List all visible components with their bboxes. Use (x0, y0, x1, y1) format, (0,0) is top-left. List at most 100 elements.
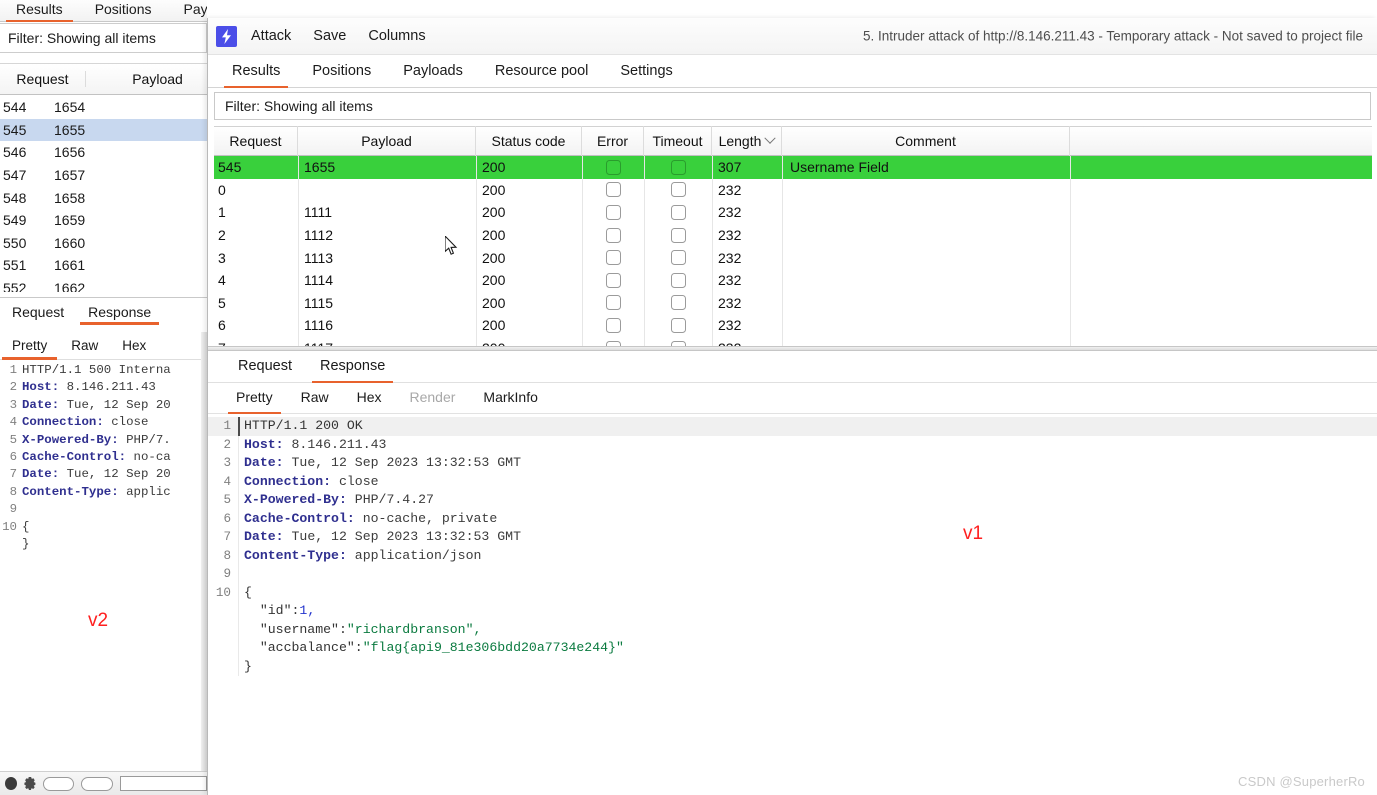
line-text: Connection: close (238, 472, 379, 491)
line-number: 8 (223, 548, 231, 563)
table-row[interactable]: 550 1660 (0, 232, 207, 255)
error-checkbox[interactable] (605, 159, 621, 175)
bg-tab-response[interactable]: Response (76, 299, 163, 325)
bg-th-payload[interactable]: Payload (86, 71, 207, 87)
bg-tab-request[interactable]: Request (0, 299, 76, 325)
th-request[interactable]: Request (214, 126, 298, 156)
line-number: 9 (0, 501, 22, 519)
bg-filter-bar[interactable]: Filter: Showing all items (0, 23, 207, 53)
th-status-code[interactable]: Status code (476, 126, 582, 156)
search-input[interactable] (119, 776, 207, 791)
timeout-checkbox[interactable] (670, 250, 686, 266)
json-value-flag: "flag{api9_81e306bdd20a7734e244}" (362, 640, 624, 655)
table-row[interactable]: 551 1661 (0, 254, 207, 277)
table-row[interactable]: 549 1659 (0, 209, 207, 232)
table-row[interactable]: 2 1112 200 232 (214, 224, 1372, 247)
table-row[interactable]: 545 1655 200 307 Username Field (214, 156, 1372, 179)
timeout-checkbox[interactable] (670, 272, 686, 288)
bg-th-request[interactable]: Request (0, 71, 86, 87)
error-checkbox[interactable] (605, 204, 621, 220)
record-icon[interactable] (5, 777, 17, 790)
error-checkbox[interactable] (605, 340, 621, 346)
cell-length: 232 (718, 227, 742, 244)
th-timeout[interactable]: Timeout (644, 126, 712, 156)
table-row[interactable]: 552 1662 (0, 277, 207, 292)
code-line: 1 HTTP/1.1 200 OK (208, 417, 1377, 436)
table-row[interactable]: 3 1113 200 232 (214, 246, 1372, 269)
search-pill-button[interactable] (42, 776, 75, 791)
menu-save[interactable]: Save (313, 28, 346, 44)
timeout-checkbox[interactable] (670, 204, 686, 220)
error-checkbox[interactable] (605, 227, 621, 243)
table-row[interactable]: 4 1114 200 232 (214, 269, 1372, 292)
table-row[interactable]: 5 1115 200 232 (214, 292, 1372, 315)
bg-view-tabs: Pretty Raw Hex (0, 332, 207, 360)
table-row[interactable]: 7 1117 200 232 (214, 337, 1372, 346)
tab-raw[interactable]: Raw (287, 386, 343, 413)
error-checkbox[interactable] (605, 295, 621, 311)
tab-markinfo[interactable]: MarkInfo (469, 386, 551, 413)
th-payload[interactable]: Payload (298, 126, 476, 156)
line-text: } (238, 657, 252, 676)
table-row[interactable]: 0 200 232 (214, 179, 1372, 202)
cell-request: 2 (218, 227, 226, 244)
json-close-brace: } (244, 658, 252, 674)
tab-results[interactable]: Results (216, 60, 296, 88)
gear-icon[interactable] (24, 777, 36, 790)
filter-bar[interactable]: Filter: Showing all items (214, 92, 1371, 120)
bg-tab-pretty[interactable]: Pretty (0, 333, 59, 360)
table-row[interactable]: 546 1656 (0, 141, 207, 164)
error-checkbox[interactable] (605, 182, 621, 198)
tab-pretty[interactable]: Pretty (222, 386, 287, 414)
table-row[interactable]: 545 1655 (0, 118, 207, 142)
cell-timeout (644, 295, 712, 311)
tab-settings[interactable]: Settings (604, 60, 688, 87)
cell-comment: Username Field (790, 159, 889, 176)
bg-tab-payloads[interactable]: Payloads (168, 0, 208, 21)
table-row[interactable]: 548 1658 (0, 186, 207, 209)
line-number: 7 (0, 466, 22, 484)
line-text: } (22, 536, 29, 553)
th-error[interactable]: Error (582, 126, 644, 156)
timeout-checkbox[interactable] (670, 227, 686, 243)
table-row[interactable]: 547 1657 (0, 164, 207, 187)
tab-response[interactable]: Response (306, 355, 399, 383)
timeout-checkbox[interactable] (670, 295, 686, 311)
error-checkbox[interactable] (605, 250, 621, 266)
line-text: { (238, 583, 252, 602)
menu-columns[interactable]: Columns (368, 28, 425, 44)
timeout-checkbox[interactable] (670, 317, 686, 333)
cell-payload: 1117 (298, 340, 476, 346)
bg-tab-raw[interactable]: Raw (59, 333, 110, 359)
bg-tab-hex[interactable]: Hex (110, 333, 158, 359)
line-number: 5 (0, 431, 22, 450)
th-label: Request (229, 132, 282, 149)
line-key: X-Powered-By: (22, 432, 119, 447)
bg-cell-request: 547 (3, 167, 27, 184)
error-checkbox[interactable] (605, 272, 621, 288)
line-key: HTTP/1.1 200 OK (244, 418, 363, 433)
table-row[interactable]: 1 1111 200 232 (214, 201, 1372, 224)
table-row[interactable]: 544 1654 (0, 96, 207, 119)
tab-positions[interactable]: Positions (296, 60, 387, 87)
bg-tab-results[interactable]: Results (0, 0, 79, 22)
line-value: no-ca (126, 450, 171, 465)
timeout-checkbox[interactable] (670, 182, 686, 198)
tab-resource-pool[interactable]: Resource pool (479, 60, 605, 87)
th-length[interactable]: Length (712, 126, 782, 156)
bg-tab-positions[interactable]: Positions (79, 0, 168, 21)
timeout-checkbox[interactable] (670, 159, 686, 175)
tab-hex[interactable]: Hex (343, 386, 396, 413)
table-row[interactable]: 6 1116 200 232 (214, 314, 1372, 337)
menu-attack[interactable]: Attack (251, 28, 291, 44)
cell-status-code: 200 (476, 340, 582, 346)
timeout-checkbox[interactable] (670, 340, 686, 346)
th-comment[interactable]: Comment (782, 126, 1070, 156)
tab-request[interactable]: Request (224, 355, 306, 382)
cell-request: 6 (218, 317, 226, 334)
error-checkbox[interactable] (605, 317, 621, 333)
response-viewer[interactable]: 1 HTTP/1.1 200 OK 2 Host: 8.146.211.43 3 Da… (208, 414, 1377, 744)
filter-pill-button[interactable] (81, 776, 113, 791)
tab-payloads[interactable]: Payloads (387, 60, 479, 87)
bg-response-viewer[interactable]: 1 HTTP/1.1 500 Interna 2 Host: 8.146.211.4… (0, 362, 207, 772)
